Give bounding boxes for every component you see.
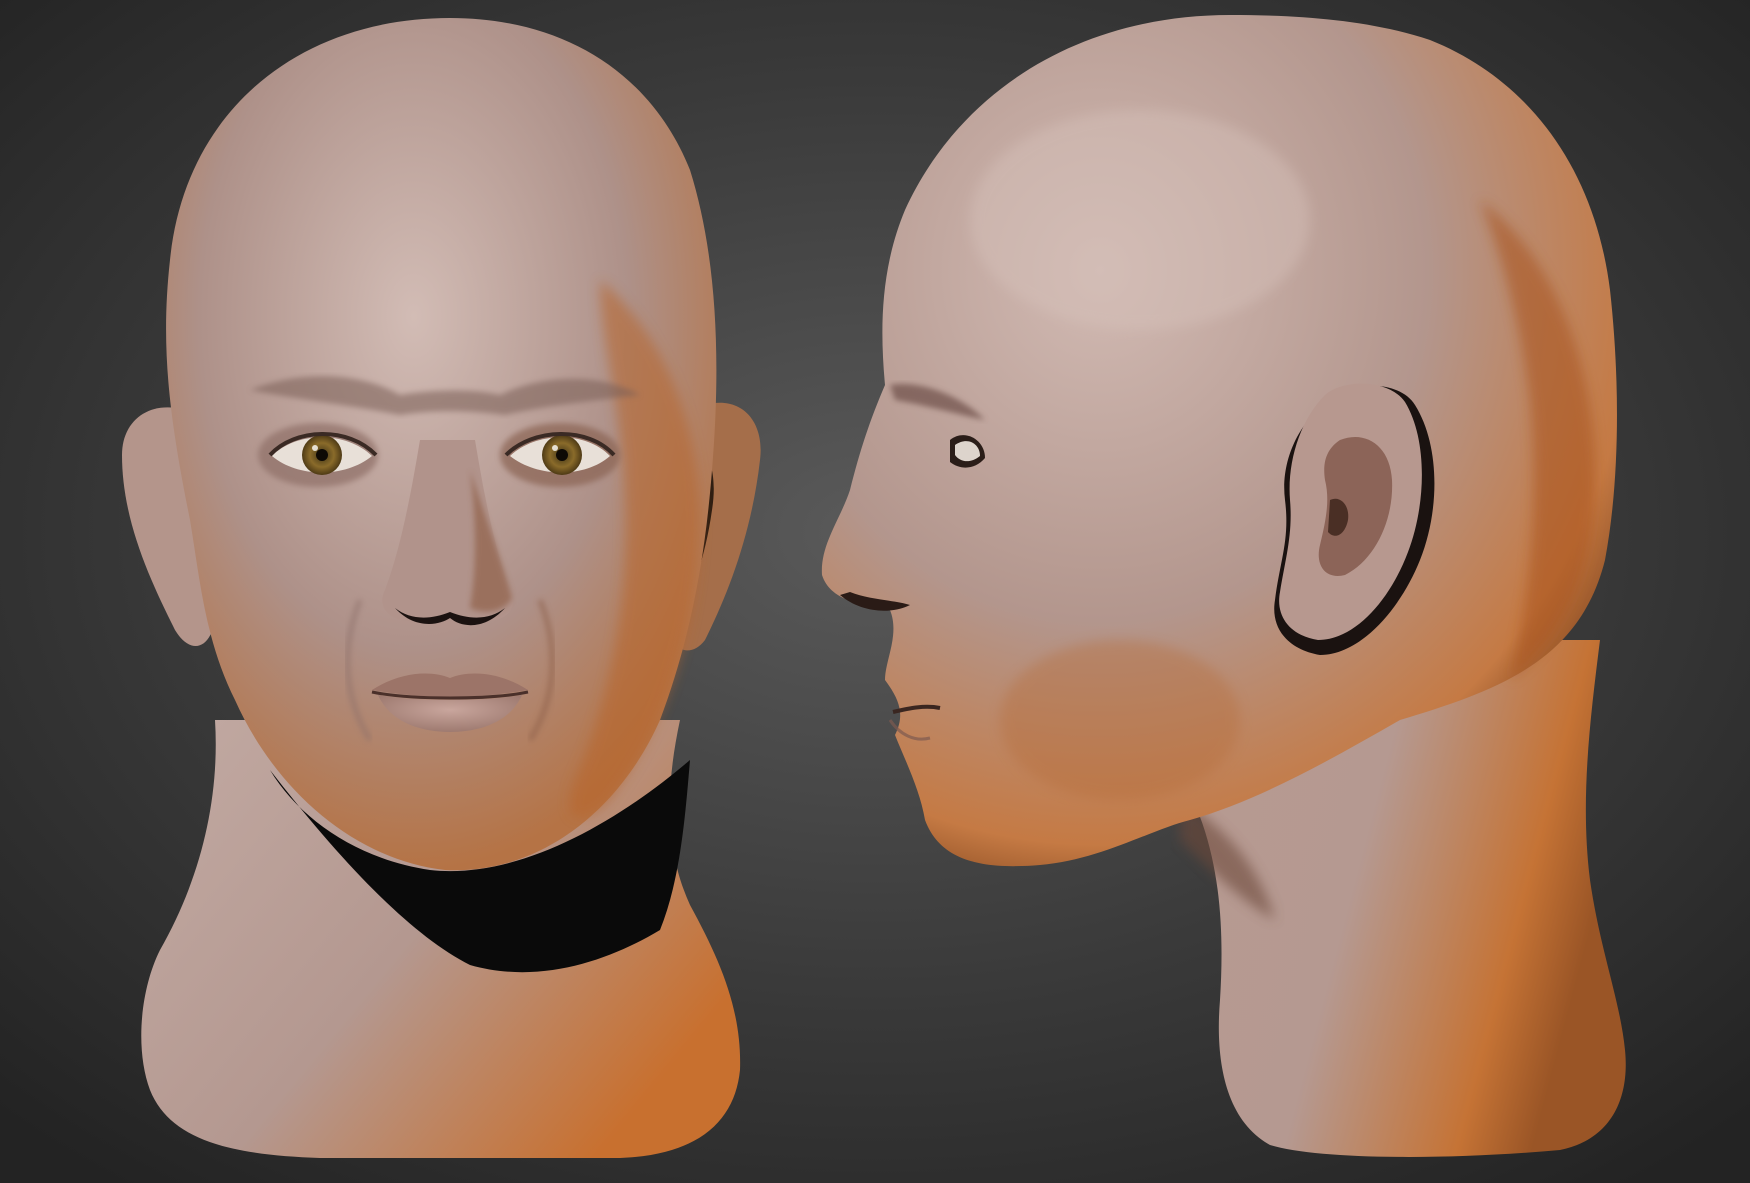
render-viewport — [0, 0, 1750, 1183]
front-view-head — [122, 18, 761, 1158]
side-cheek-shade — [1000, 640, 1240, 800]
side-cranium-highlight — [970, 110, 1310, 330]
render-canvas — [0, 0, 1750, 1183]
